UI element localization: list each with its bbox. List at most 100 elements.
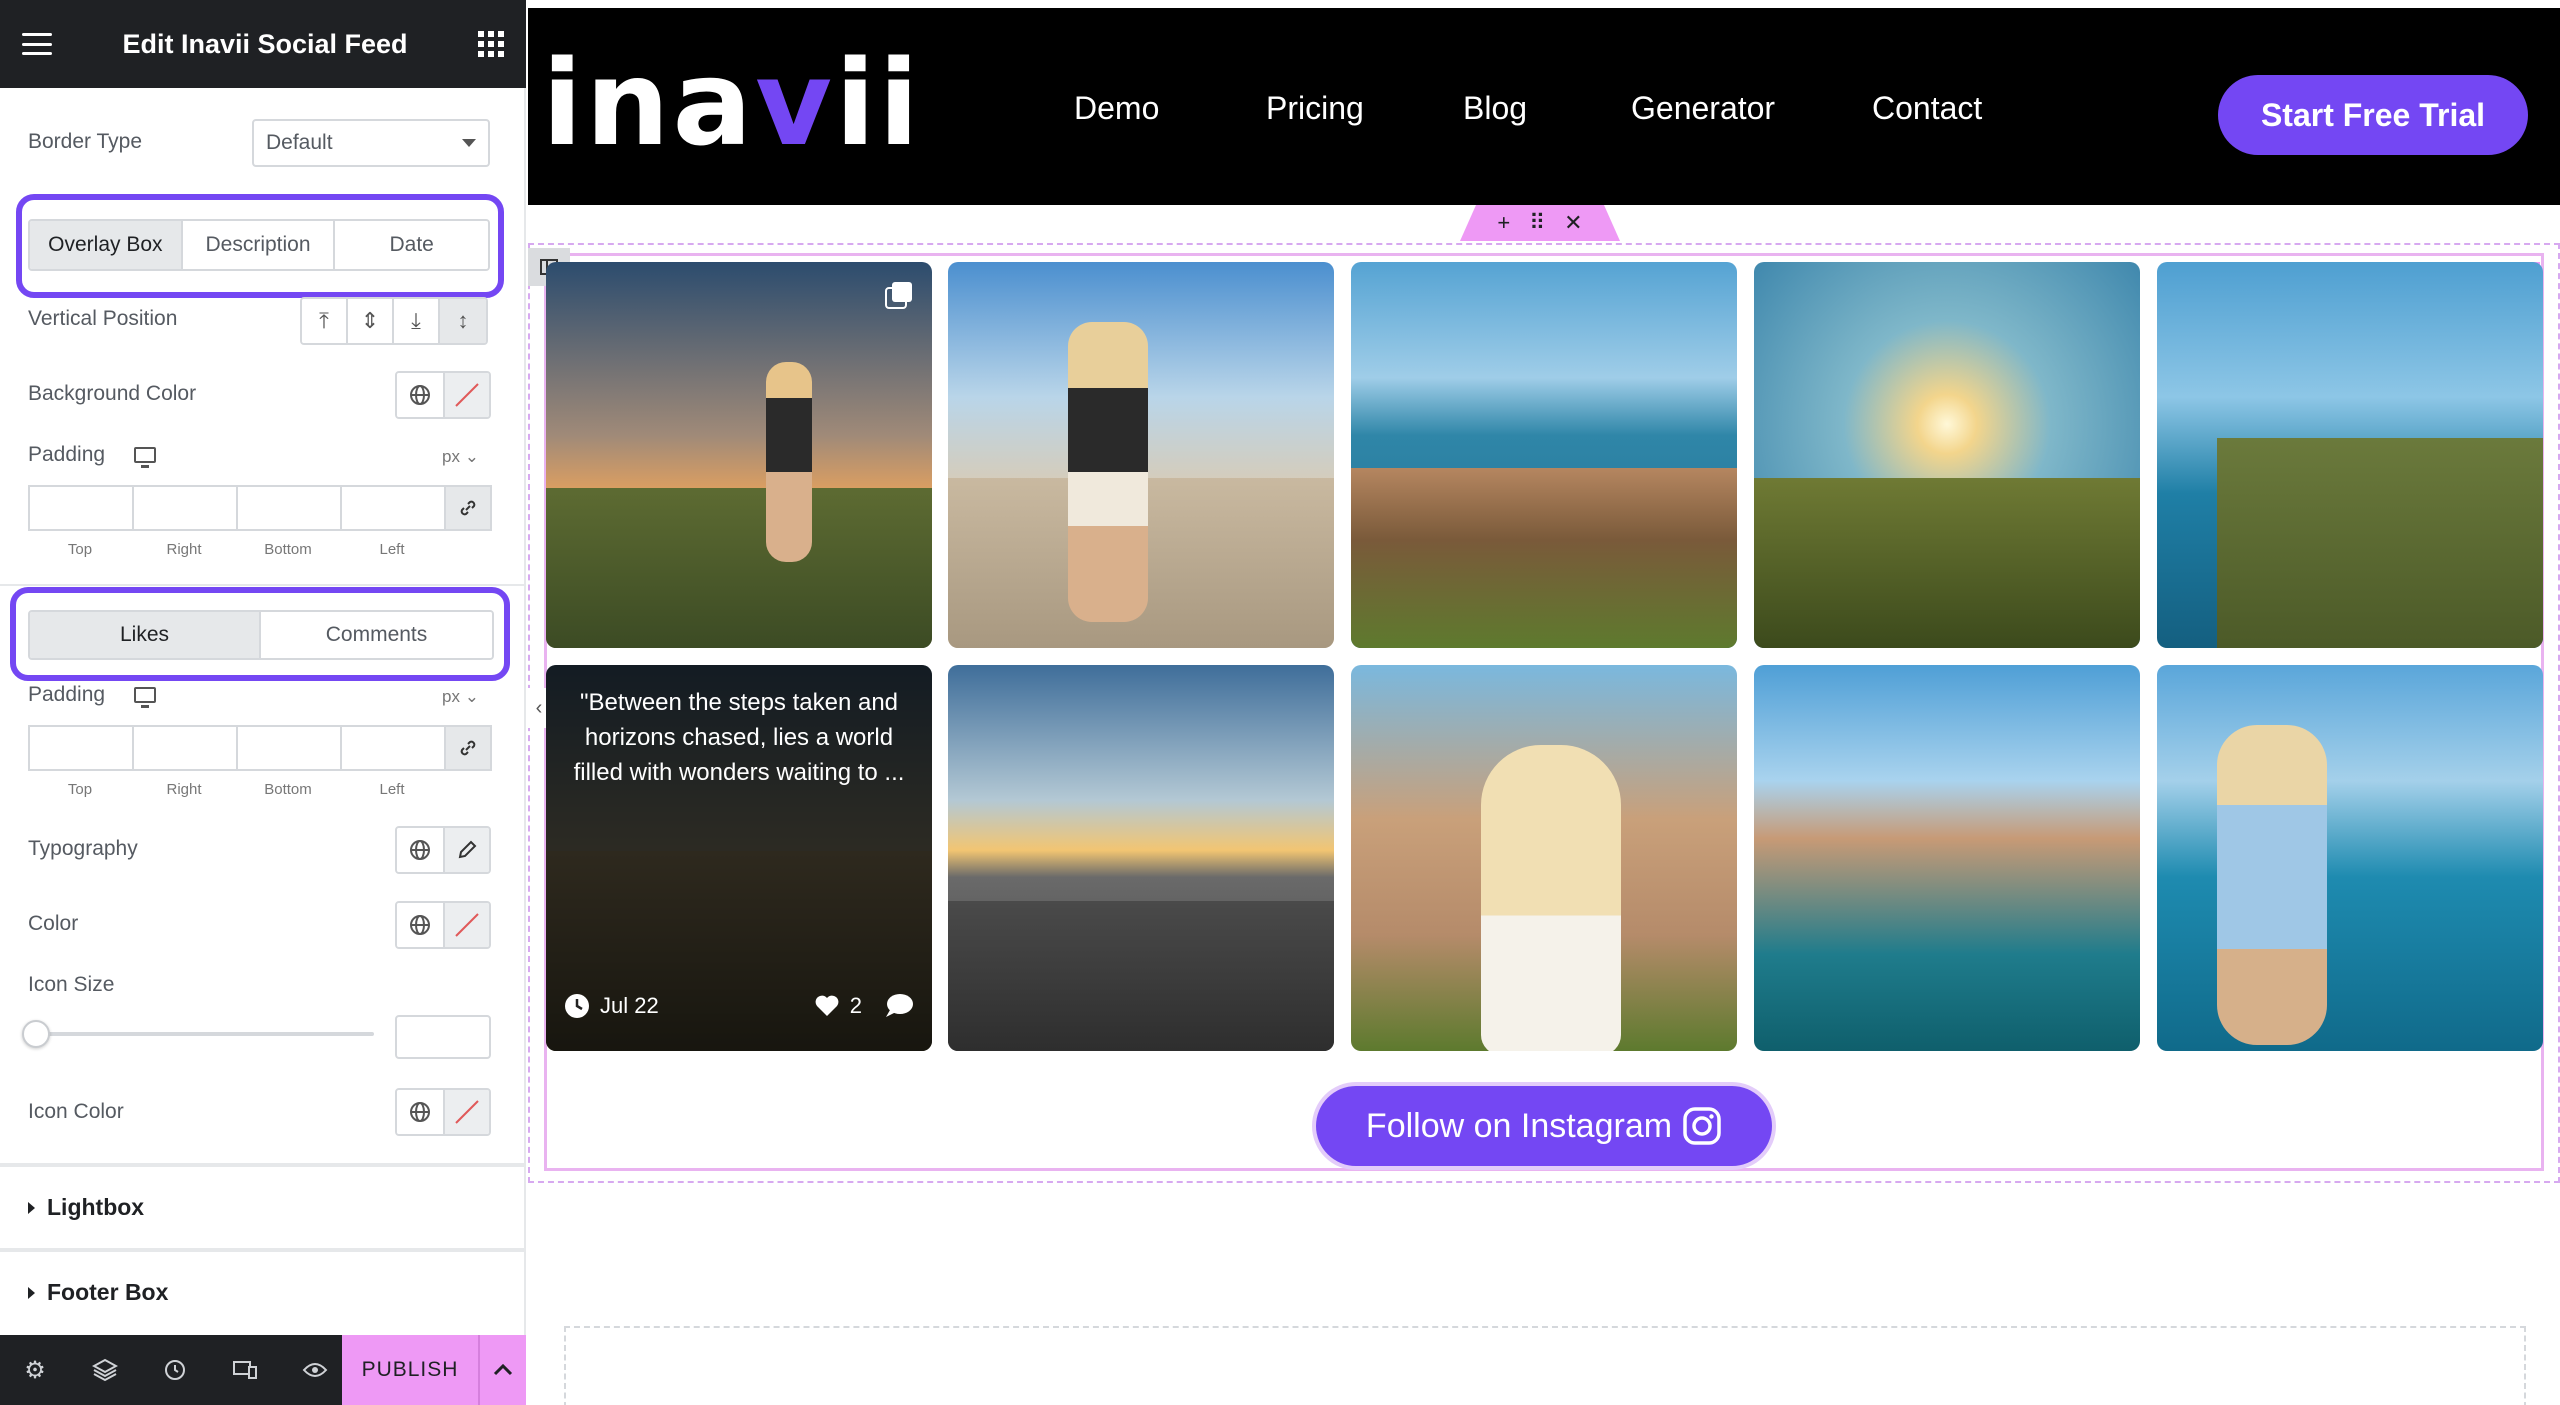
tab-likes[interactable]: Likes <box>30 612 262 658</box>
history-icon[interactable] <box>140 1335 210 1405</box>
nav-contact[interactable]: Contact <box>1872 90 1982 127</box>
settings-gear-icon[interactable]: ⚙ <box>0 1335 70 1405</box>
drag-handle-icon[interactable]: ⠿ <box>1529 210 1545 236</box>
nav-demo[interactable]: Demo <box>1074 90 1159 127</box>
typography-control <box>395 826 491 874</box>
side-top: Top <box>67 781 93 798</box>
feed-post-3[interactable] <box>1351 262 1737 648</box>
globe-icon[interactable] <box>397 1090 443 1134</box>
caret-right-icon <box>28 1201 35 1214</box>
typography-label: Typography <box>28 837 138 860</box>
tab-date[interactable]: Date <box>335 221 488 269</box>
comment-icon[interactable] <box>884 993 914 1019</box>
icon-size-input[interactable] <box>395 1015 491 1059</box>
side-left: Left <box>379 781 405 798</box>
border-type-value: Default <box>266 131 333 154</box>
globe-icon[interactable] <box>397 828 443 872</box>
nav-pricing[interactable]: Pricing <box>1266 90 1364 127</box>
post-description: "Between the steps taken and horizons ch… <box>573 689 905 786</box>
tab-comments[interactable]: Comments <box>261 612 492 658</box>
section-lightbox[interactable]: Lightbox <box>28 1194 144 1221</box>
start-free-trial-button[interactable]: Start Free Trial <box>2218 75 2528 155</box>
tab-description[interactable]: Description <box>182 221 336 269</box>
padding-inputs-2 <box>28 725 492 771</box>
align-top-icon[interactable]: ⤒ <box>302 299 348 343</box>
divider <box>0 1248 526 1252</box>
feed-post-2[interactable] <box>948 262 1334 648</box>
logo-v: v <box>755 34 836 172</box>
background-color-label: Background Color <box>28 382 197 405</box>
layers-icon[interactable] <box>70 1335 140 1405</box>
slider-knob[interactable] <box>22 1020 50 1048</box>
tab-overlay-box[interactable]: Overlay Box <box>30 221 183 269</box>
link-icon[interactable] <box>444 485 492 531</box>
caret-right-icon <box>28 1286 35 1299</box>
section-footer-box[interactable]: Footer Box <box>28 1279 168 1306</box>
heart-icon[interactable] <box>814 994 840 1018</box>
padding-side-labels: Top Right Bottom Left <box>28 541 444 558</box>
padding-bottom-input[interactable] <box>236 485 340 531</box>
padding-top-input[interactable] <box>28 725 132 771</box>
padding-bottom-input[interactable] <box>236 725 340 771</box>
feed-post-4[interactable] <box>1754 262 2140 648</box>
color-swatch-empty-icon[interactable] <box>443 1090 489 1134</box>
link-icon[interactable] <box>444 725 492 771</box>
monitor-icon[interactable] <box>134 447 156 468</box>
border-type-select[interactable]: Default <box>252 119 490 167</box>
post-stats: 2 <box>814 993 914 1019</box>
pencil-icon[interactable] <box>443 828 489 872</box>
padding-right-input[interactable] <box>132 485 236 531</box>
padding-right-input[interactable] <box>132 725 236 771</box>
section-lightbox-label: Lightbox <box>47 1194 145 1220</box>
divider <box>0 1163 526 1167</box>
close-icon[interactable]: ✕ <box>1564 210 1582 236</box>
nav-generator[interactable]: Generator <box>1631 90 1775 127</box>
globe-icon[interactable] <box>397 373 443 417</box>
side-bottom: Bottom <box>264 541 312 558</box>
publish-button[interactable]: PUBLISH <box>342 1335 478 1405</box>
padding-left-input[interactable] <box>340 725 444 771</box>
color-swatch-empty-icon[interactable] <box>443 373 489 417</box>
padding-unit-select-2[interactable]: px ⌄ <box>442 687 479 707</box>
feed-post-7[interactable] <box>948 665 1334 1051</box>
menu-icon[interactable] <box>22 33 52 55</box>
padding-top-input[interactable] <box>28 485 132 531</box>
overlay-tabs: Overlay Box Description Date <box>28 219 490 271</box>
feed-post-10[interactable] <box>2157 665 2543 1051</box>
widgets-grid-icon[interactable] <box>478 31 504 57</box>
multi-image-icon <box>885 282 912 309</box>
feed-post-9[interactable] <box>1754 665 2140 1051</box>
site-header: inavii Demo Pricing Blog Generator Conta… <box>528 8 2560 205</box>
align-middle-icon[interactable]: ⇕ <box>348 299 394 343</box>
padding-unit-select[interactable]: px ⌄ <box>442 447 479 467</box>
icon-size-slider[interactable] <box>22 1020 374 1048</box>
icon-color-control <box>395 1088 491 1136</box>
feed-post-5[interactable] <box>2157 262 2543 648</box>
preview-eye-icon[interactable] <box>280 1335 350 1405</box>
unit-label: px <box>442 447 460 466</box>
border-type-label: Border Type <box>28 130 143 153</box>
side-left: Left <box>379 541 405 558</box>
color-swatch-empty-icon[interactable] <box>443 903 489 947</box>
icon-color-label: Icon Color <box>28 1100 124 1123</box>
post-meta: Jul 22 2 <box>564 993 914 1019</box>
align-bottom-icon[interactable]: ⤓ <box>394 299 440 343</box>
padding-inputs <box>28 485 492 531</box>
padding-left-input[interactable] <box>340 485 444 531</box>
site-logo[interactable]: inavii <box>542 44 922 162</box>
top-strip <box>528 0 2560 8</box>
feed-post-1[interactable] <box>546 262 932 648</box>
feed-post-6[interactable]: "Between the steps taken and horizons ch… <box>546 665 932 1051</box>
globe-icon[interactable] <box>397 903 443 947</box>
follow-on-instagram-button[interactable]: Follow on Instagram <box>1316 1086 1772 1166</box>
publish-options-button[interactable] <box>478 1335 526 1405</box>
align-stretch-icon[interactable]: ↕ <box>440 299 486 343</box>
vertical-position-control: ⤒ ⇕ ⤓ ↕ <box>300 297 488 345</box>
nav-blog[interactable]: Blog <box>1463 90 1527 127</box>
monitor-icon[interactable] <box>134 687 156 708</box>
side-right: Right <box>166 541 202 558</box>
responsive-icon[interactable] <box>210 1335 280 1405</box>
feed-post-8[interactable] <box>1351 665 1737 1051</box>
likes-tabs: Likes Comments <box>28 610 494 660</box>
add-section-icon[interactable]: + <box>1497 210 1510 236</box>
